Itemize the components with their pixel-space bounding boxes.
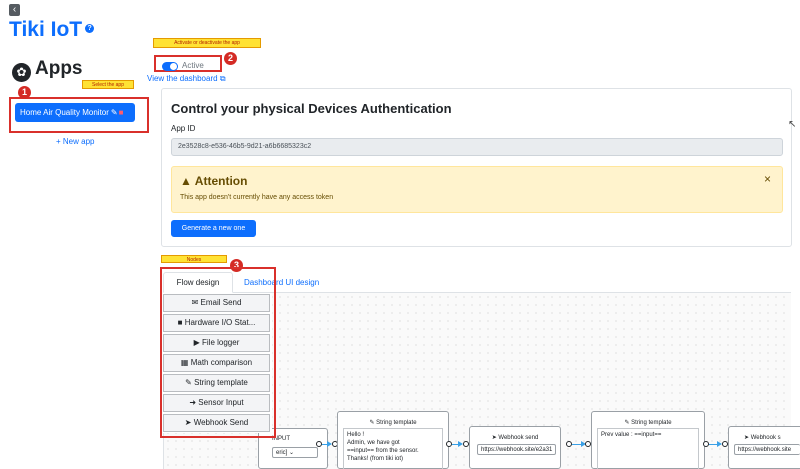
app-id-field[interactable]: 2e3528c8-e536-46b5-9d21-a6b6685323c2	[171, 138, 783, 156]
string-template-2-title: ✎ String template	[624, 420, 672, 426]
annotation-note-activate: Activate or deactivate the app	[153, 38, 261, 48]
pen-icon: ✎	[624, 420, 630, 426]
callout-nodes	[160, 267, 276, 438]
chevron-left-icon: ‹	[12, 4, 17, 15]
attention-alert	[171, 166, 783, 213]
string-template-2-textarea[interactable]: Prev value : ==input==	[597, 428, 699, 469]
string-template-1-textarea[interactable]: Hello ! Admin, we have got ==input== fro…	[343, 428, 443, 469]
alert-text: This app doesn't currently have any acce…	[180, 194, 334, 201]
palette-icon: ✿	[12, 63, 31, 82]
input-node-select[interactable]: eric] ⌄	[272, 447, 318, 458]
webhook-1-title: ➤ Webhook send	[491, 435, 539, 441]
new-app-link[interactable]: + New app	[56, 137, 94, 146]
active-toggle-label: Active	[182, 61, 204, 70]
app-title: Tiki IoT?	[9, 18, 95, 42]
auth-card-title: Control your physical Devices Authentica…	[171, 101, 452, 116]
webhook-1-url-input[interactable]: https://webhook.site/e2a31	[477, 444, 556, 455]
close-icon[interactable]: ×	[764, 172, 771, 186]
generate-token-button[interactable]: Generate a new one	[171, 220, 256, 237]
warning-icon: ▲	[180, 174, 192, 188]
send-icon: ➤	[744, 435, 750, 441]
view-dashboard-link[interactable]: View the dashboard ⧉	[147, 74, 226, 84]
callout-badge-2: 2	[224, 52, 237, 65]
alert-title: ▲ Attention	[180, 174, 248, 188]
cursor-icon: ↖	[788, 119, 797, 130]
pencil-icon[interactable]: ✎	[111, 108, 118, 117]
app-id-label: App ID	[171, 124, 196, 133]
external-link-icon: ⧉	[219, 74, 226, 83]
send-icon: ➤	[491, 435, 497, 441]
string-template-1-title: ✎ String template	[369, 420, 417, 426]
question-icon[interactable]: ?	[85, 23, 95, 33]
annotation-note-select: Select the app	[82, 80, 134, 89]
pen-icon: ✎	[369, 420, 375, 426]
back-button[interactable]: ‹	[9, 4, 20, 16]
callout-badge-1: 1	[18, 86, 31, 99]
webhook-2-url-input[interactable]: https://webhook.site	[734, 444, 800, 455]
app-item-home-air-quality[interactable]: Home Air Quality Monitor ✎■	[15, 103, 135, 122]
webhook-2-title: ➤ Webhook s	[744, 435, 781, 441]
apps-heading: ✿ Apps	[12, 58, 83, 82]
active-toggle[interactable]	[162, 62, 178, 71]
annotation-note-nodes: Nodes	[161, 255, 227, 263]
trash-icon[interactable]: ■	[119, 108, 124, 117]
